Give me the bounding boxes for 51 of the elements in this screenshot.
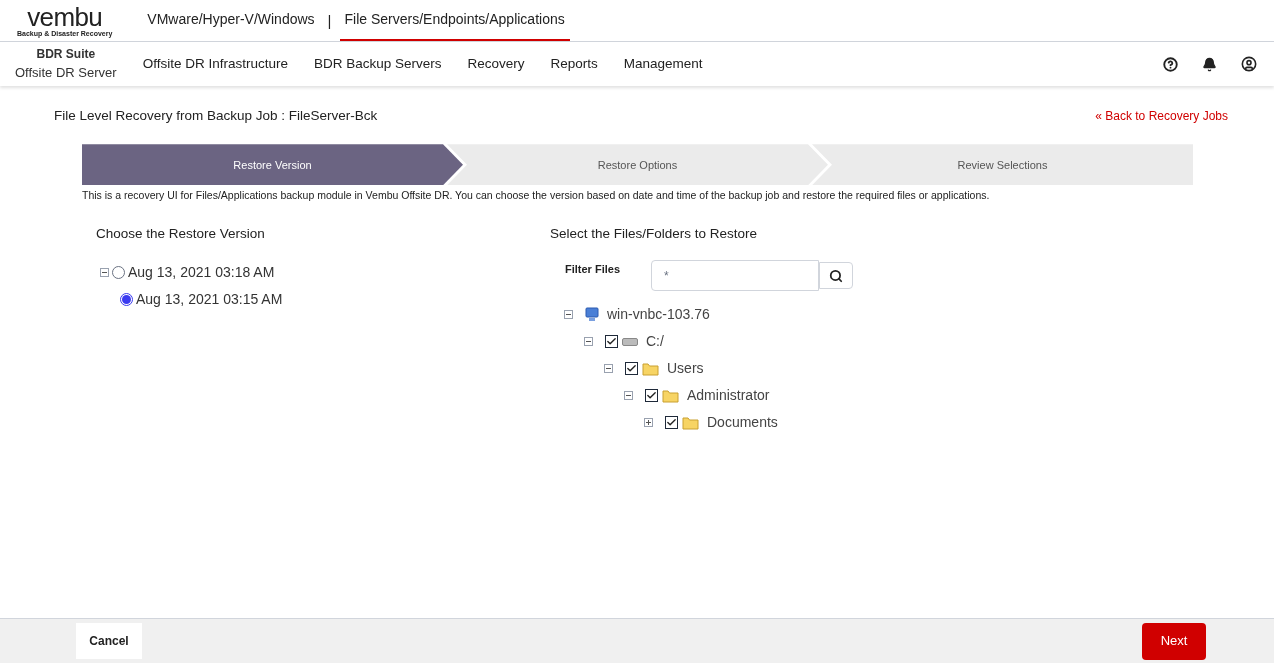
checkbox[interactable] bbox=[605, 335, 618, 349]
section-title: Choose the Restore Version bbox=[96, 225, 266, 243]
tab-separator: | bbox=[327, 11, 332, 32]
bell-icon[interactable] bbox=[1202, 56, 1217, 72]
collapse-toggle-icon[interactable] bbox=[564, 310, 573, 320]
back-link[interactable]: « Back to Recovery Jobs bbox=[1095, 107, 1228, 126]
next-button[interactable]: Next bbox=[1142, 622, 1206, 660]
nav-item[interactable]: Offsite DR Infrastructure bbox=[142, 53, 288, 75]
search-icon bbox=[829, 268, 843, 283]
checkbox[interactable] bbox=[645, 389, 658, 403]
tree-item-label[interactable]: Documents bbox=[707, 412, 778, 434]
tree-item-label[interactable]: C:/ bbox=[646, 331, 664, 353]
product-subtitle: Offsite DR Server bbox=[15, 64, 117, 83]
folder-icon bbox=[642, 361, 659, 376]
checkbox[interactable] bbox=[625, 362, 638, 376]
radio-button[interactable] bbox=[120, 293, 133, 307]
checkbox[interactable] bbox=[665, 416, 678, 430]
nav-item[interactable]: Management bbox=[623, 53, 703, 75]
tree-item-label[interactable]: Users bbox=[667, 358, 704, 380]
collapse-toggle-icon[interactable] bbox=[100, 268, 109, 278]
drive-icon bbox=[622, 337, 638, 346]
tree-item-label[interactable]: win-vnbc-103.76 bbox=[607, 304, 710, 326]
folder-icon bbox=[682, 415, 699, 430]
expand-toggle-icon[interactable] bbox=[644, 418, 653, 428]
nav-item[interactable]: Recovery bbox=[467, 53, 525, 75]
version-label[interactable]: Aug 13, 2021 03:15 AM bbox=[136, 289, 283, 311]
nav-item[interactable]: Reports bbox=[550, 53, 598, 75]
help-icon[interactable] bbox=[1163, 56, 1178, 72]
nav-item[interactable]: BDR Backup Servers bbox=[313, 53, 442, 75]
collapse-toggle-icon[interactable] bbox=[604, 364, 613, 374]
version-label[interactable]: Aug 13, 2021 03:18 AM bbox=[128, 262, 275, 284]
tree-item-label[interactable]: Administrator bbox=[687, 385, 770, 407]
collapse-toggle-icon[interactable] bbox=[624, 391, 633, 401]
wizard-step[interactable]: Restore Version bbox=[82, 144, 463, 186]
radio-button[interactable] bbox=[112, 266, 125, 280]
description: This is a recovery UI for Files/Applications backup module in Vembu Offsite DR. You can choose the version based on date and time of the backup job and restore the required files or applications. bbox=[82, 188, 991, 204]
wizard-step[interactable]: Review Selections bbox=[812, 144, 1193, 186]
section-title: Select the Files/Folders to Restore bbox=[550, 225, 759, 243]
page-title: File Level Recovery from Backup Job : FileServer-Bck bbox=[54, 107, 378, 125]
search-button[interactable] bbox=[819, 262, 853, 290]
user-icon[interactable] bbox=[1241, 56, 1257, 72]
product-title: BDR Suite bbox=[36, 46, 96, 64]
filter-label: Filter Files bbox=[565, 262, 622, 278]
top-tab[interactable]: File Servers/Endpoints/Applications bbox=[339, 0, 570, 41]
top-tab[interactable]: VMware/Hyper-V/Windows bbox=[142, 0, 320, 41]
filter-input[interactable]: * bbox=[651, 260, 819, 292]
computer-icon bbox=[585, 306, 599, 323]
wizard-step[interactable]: Restore Options bbox=[447, 144, 828, 186]
folder-icon bbox=[662, 388, 679, 403]
cancel-button[interactable]: Cancel bbox=[76, 623, 142, 659]
collapse-toggle-icon[interactable] bbox=[584, 337, 593, 347]
